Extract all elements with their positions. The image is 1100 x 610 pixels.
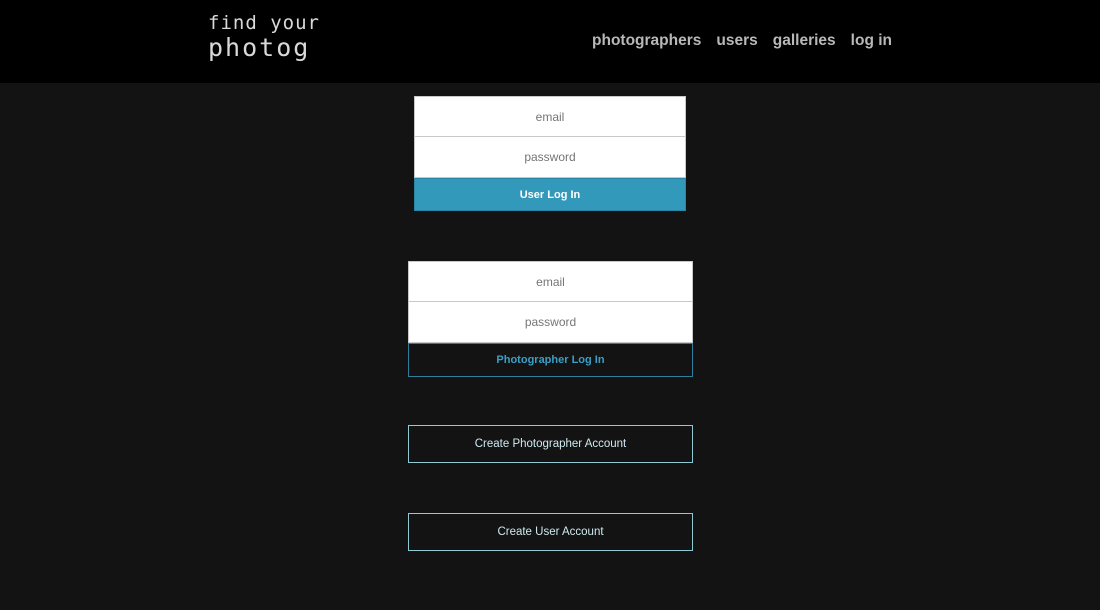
logo-line-2: photog [208, 33, 311, 62]
user-login-button[interactable]: User Log In [414, 178, 686, 211]
photographer-login-form: Photographer Log In [408, 261, 693, 377]
site-logo[interactable]: find your photog [208, 12, 320, 62]
user-login-form: User Log In [414, 96, 686, 211]
create-photographer-account-button[interactable]: Create Photographer Account [408, 425, 693, 463]
photographer-login-button[interactable]: Photographer Log In [408, 343, 693, 377]
main-nav: photographers users galleries log in [592, 32, 892, 50]
photographer-password-input[interactable] [408, 302, 693, 343]
logo-line-1: find your [208, 12, 320, 34]
nav-link-galleries[interactable]: galleries [773, 32, 836, 50]
user-email-input[interactable] [414, 96, 686, 137]
photographer-email-input[interactable] [408, 261, 693, 302]
site-header: find your photog photographers users gal… [0, 0, 1100, 83]
user-password-input[interactable] [414, 137, 686, 178]
nav-link-log-in[interactable]: log in [851, 32, 892, 50]
create-user-account-button[interactable]: Create User Account [408, 513, 693, 551]
nav-link-photographers[interactable]: photographers [592, 32, 701, 50]
nav-link-users[interactable]: users [716, 32, 757, 50]
